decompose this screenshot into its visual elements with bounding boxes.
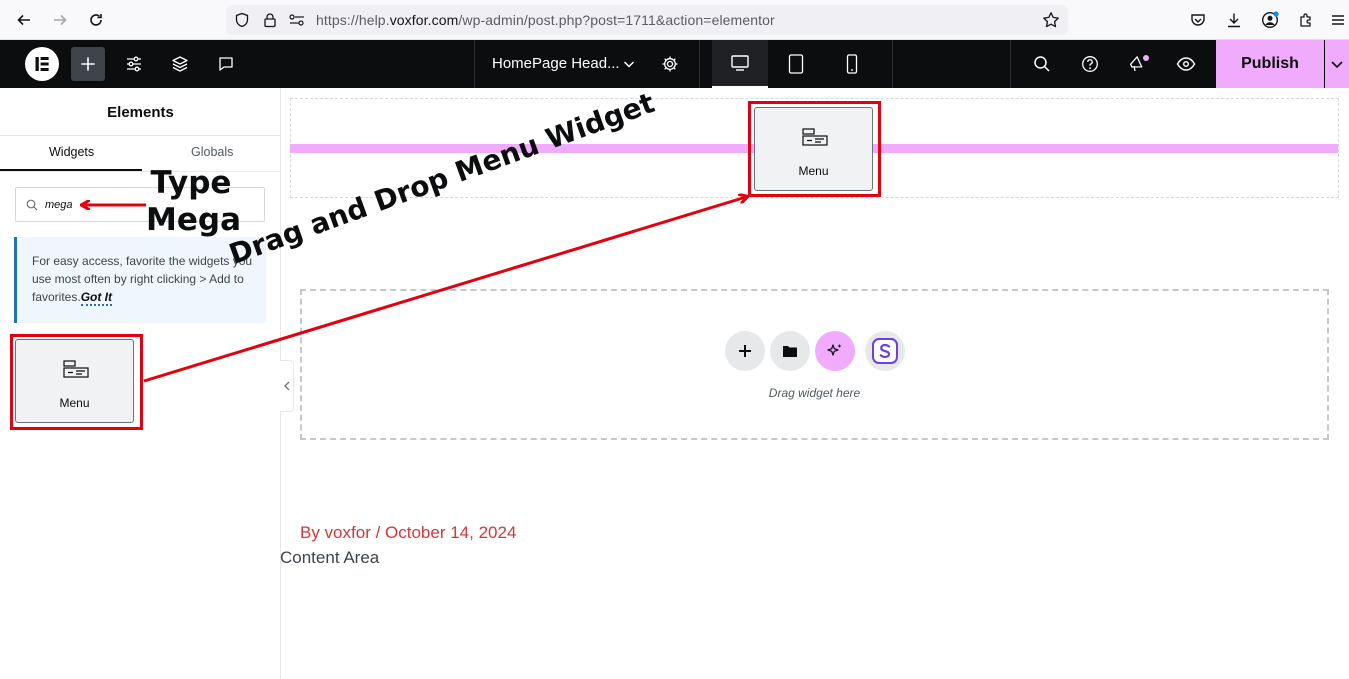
type-mega-annotation: Type Mega — [146, 165, 241, 238]
annotation-arrows — [0, 0, 1349, 383]
